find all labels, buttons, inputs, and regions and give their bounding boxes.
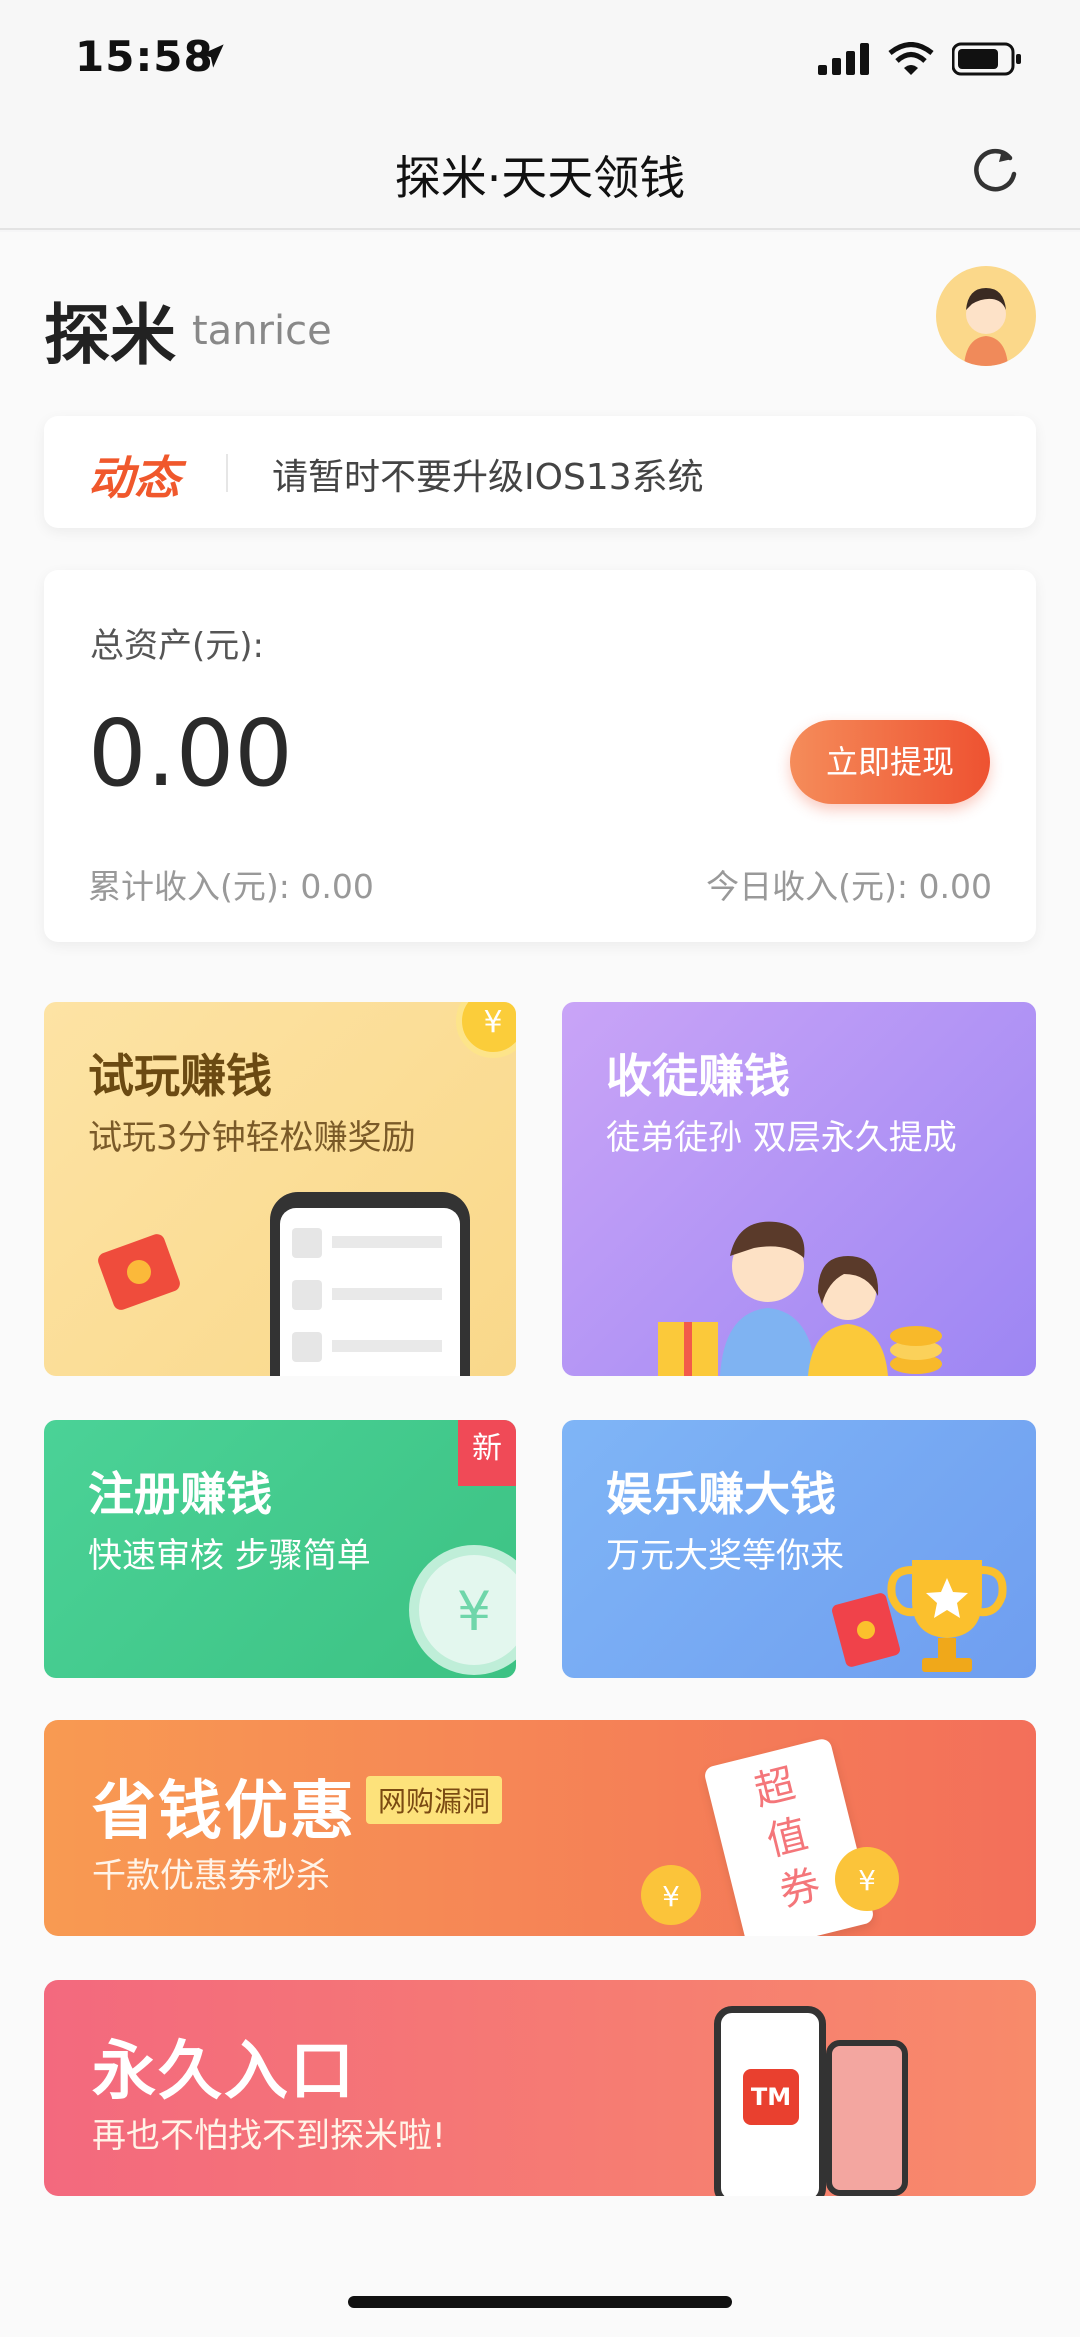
notice-text: 请暂时不要升级IOS13系统: [272, 457, 704, 498]
family-illustration-icon: [658, 1221, 942, 1376]
entertainment-earn-card[interactable]: 娱乐赚大钱 万元大奖等你来: [562, 1420, 1036, 1678]
coin-icon: ¥: [409, 1545, 516, 1675]
card-subtitle: 试玩3分钟轻松赚奖励: [88, 1118, 416, 1158]
card-title: 试玩赚钱: [88, 1049, 272, 1103]
coupon-banner[interactable]: 省钱优惠 网购漏洞 千款优惠券秒杀 超 值 券 ¥ ¥: [44, 1720, 1036, 1936]
refresh-icon[interactable]: [968, 144, 1022, 198]
notice-divider: [226, 454, 228, 492]
status-bar: 15:58: [0, 0, 1080, 130]
asset-card: 总资产(元): 0.00 立即提现 累计收入(元): 0.00 今日收入(元):…: [44, 570, 1036, 942]
notice-bar[interactable]: 动态 请暂时不要升级IOS13系统: [44, 416, 1036, 528]
main-content: 探米 tanrice 动态 请暂时不要升级IOS13系统 总资产(元): 0.0…: [0, 232, 1080, 2337]
brand-name: 探米: [44, 297, 176, 374]
avatar-user-icon: [964, 288, 1008, 366]
trial-earn-card[interactable]: 试玩赚钱 试玩3分钟轻松赚奖励 ¥: [44, 1002, 516, 1376]
coin-icon: ¥: [456, 1002, 516, 1058]
svg-text:¥: ¥: [457, 1580, 491, 1643]
new-badge: 新: [458, 1420, 516, 1486]
home-indicator[interactable]: [348, 2296, 732, 2308]
withdraw-button[interactable]: 立即提现: [790, 720, 990, 804]
notice-tag: 动态: [88, 451, 180, 505]
asset-label: 总资产(元):: [90, 626, 264, 666]
page-title: 探米·天天领钱: [394, 151, 686, 205]
wifi-icon: [888, 42, 934, 75]
status-time: 15:58: [75, 32, 214, 81]
invite-earn-card[interactable]: 收徒赚钱 徒弟徒孙 双层永久提成: [562, 1002, 1036, 1376]
today-income: 今日收入(元): 0.00: [706, 867, 992, 906]
total-income: 累计收入(元): 0.00: [88, 867, 374, 906]
red-envelope-icon: [98, 1234, 180, 1310]
red-envelope-icon: [832, 1593, 900, 1667]
app-logo-icon: TM: [743, 2069, 799, 2125]
nav-bar: 探米·天天领钱: [0, 130, 1080, 230]
coin-icon: ¥: [641, 1865, 701, 1925]
avatar[interactable]: [936, 266, 1036, 366]
card-title: 娱乐赚大钱: [606, 1467, 836, 1521]
brand-subtitle: tanrice: [192, 308, 332, 354]
asset-value: 0.00: [88, 700, 293, 807]
card-subtitle: 徒弟徒孙 双层永久提成: [606, 1118, 957, 1158]
svg-text:¥: ¥: [483, 1005, 502, 1040]
banner-title: 省钱优惠: [92, 1775, 356, 1849]
card-subtitle: 万元大奖等你来: [606, 1536, 844, 1576]
bottom-spacer: [0, 2232, 1080, 2242]
phone-icon: [270, 1192, 470, 1376]
permanent-entry-banner[interactable]: 永久入口 再也不怕找不到探米啦! TM: [44, 1980, 1036, 2196]
banner-subtitle: 再也不怕找不到探米啦!: [92, 2116, 446, 2156]
coin-icon: ¥: [835, 1847, 899, 1911]
register-earn-card[interactable]: 注册赚钱 快速审核 步骤简单 新 ¥: [44, 1420, 516, 1678]
card-subtitle: 快速审核 步骤简单: [88, 1536, 371, 1576]
card-title: 注册赚钱: [88, 1467, 272, 1521]
svg-text:¥: ¥: [662, 1880, 680, 1913]
cellular-signal-icon: [818, 43, 869, 75]
svg-text:¥: ¥: [858, 1864, 876, 1897]
battery-icon: [952, 42, 1021, 76]
card-title: 收徒赚钱: [606, 1049, 790, 1103]
banner-tag: 网购漏洞: [366, 1776, 503, 1824]
banner-subtitle: 千款优惠券秒杀: [92, 1856, 330, 1896]
phone-icon: TM: [714, 2006, 826, 2196]
banner-title: 永久入口: [92, 2035, 356, 2109]
location-arrow-icon: [200, 44, 224, 68]
phone-back-icon: [826, 2040, 908, 2196]
